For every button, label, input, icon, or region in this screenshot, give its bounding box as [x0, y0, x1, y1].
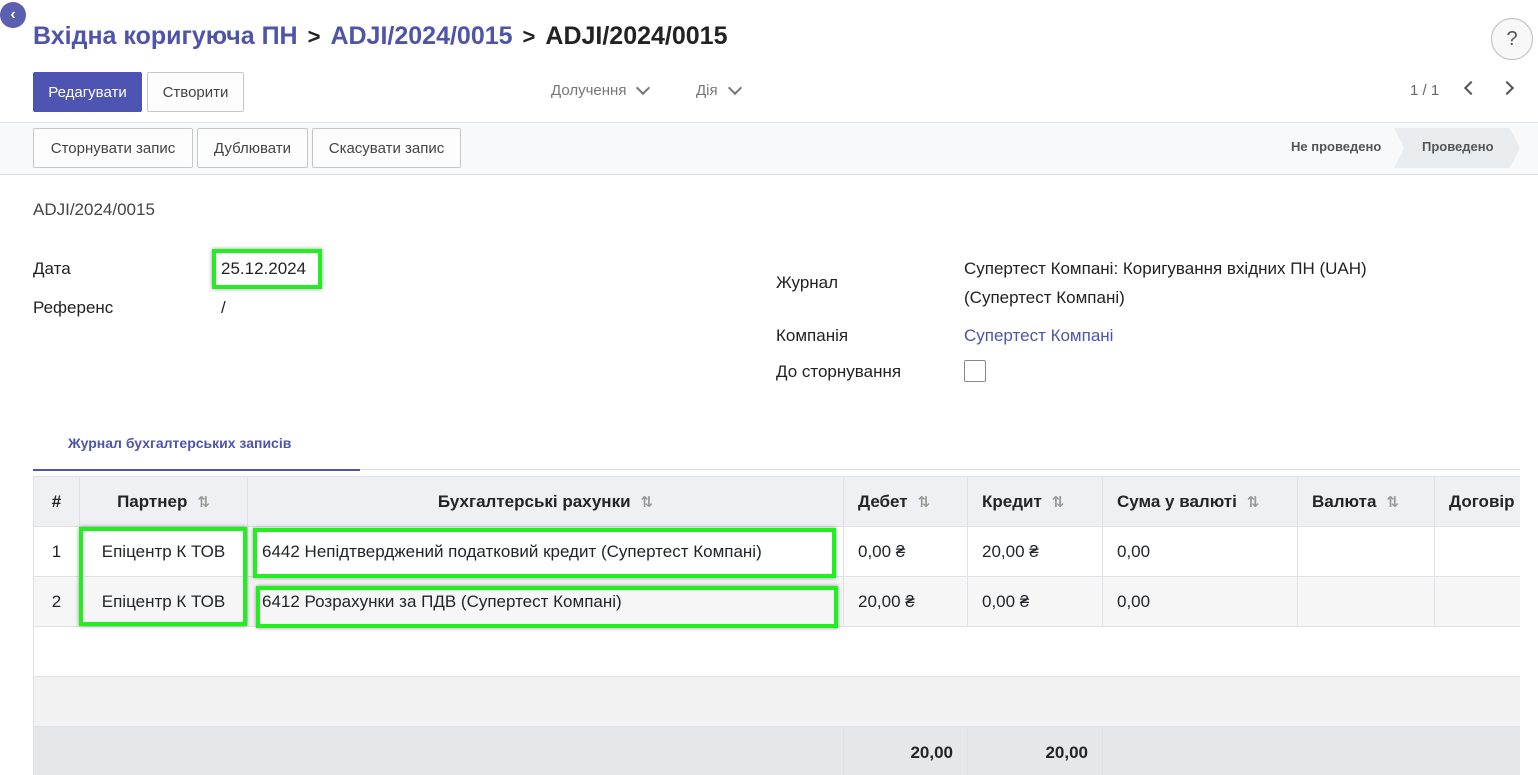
breadcrumb-link-document[interactable]: ADJI/2024/0015 — [330, 22, 512, 51]
reference-value: / — [221, 298, 226, 317]
cell-partner[interactable]: Епіцентр К ТОВ — [79, 526, 248, 577]
cancel-entry-button[interactable]: Скасувати запис — [312, 128, 461, 168]
company-link[interactable]: Супертест Компані — [964, 326, 1113, 346]
back-icon[interactable]: ‹ — [0, 2, 26, 28]
cell-number: 2 — [33, 576, 80, 627]
journal-items-table: # Партнер ⇅ Бухгалтерські рахунки ⇅ Дебет ⇅… — [33, 476, 1538, 775]
sort-icon: ⇅ — [197, 493, 210, 511]
total-credit: 20,00 — [967, 726, 1103, 775]
cell-currency[interactable] — [1297, 526, 1435, 577]
sort-icon: ⇅ — [1386, 493, 1399, 511]
cell-credit[interactable]: 20,00 ₴ — [967, 526, 1103, 577]
empty-cell — [33, 626, 1538, 677]
breadcrumb-separator-icon: > — [522, 23, 536, 49]
journal-label: Журнал — [776, 273, 839, 292]
breadcrumb-link-corrective-invoices[interactable]: Вхідна коригуюча ПН — [33, 22, 298, 51]
document-reference: ADJI/2024/0015 — [33, 200, 155, 219]
table-empty-row — [33, 626, 1538, 677]
stage-draft[interactable]: Не проведено — [1291, 139, 1381, 154]
cell-debit[interactable]: 20,00 ₴ — [843, 576, 968, 627]
table-row[interactable]: 2 Епіцентр К ТОВ 6412 Розрахунки за ПДВ … — [33, 576, 1538, 627]
column-header-label: Партнер — [117, 491, 188, 511]
sort-icon: ⇅ — [1246, 493, 1260, 511]
column-header-account[interactable]: Бухгалтерські рахунки ⇅ — [247, 476, 844, 527]
attachments-label: Долучення — [551, 82, 627, 99]
create-button[interactable]: Створити — [147, 72, 244, 112]
breadcrumb-current: ADJI/2024/0015 — [545, 22, 728, 50]
table-empty-row — [33, 676, 1538, 727]
action-dropdown[interactable]: Дія — [696, 80, 742, 99]
table-totals-row: 20,00 20,00 — [33, 726, 1538, 775]
column-header-credit[interactable]: Кредит ⇅ — [967, 476, 1103, 527]
totals-spacer — [1102, 726, 1538, 775]
attachments-dropdown[interactable]: Долучення — [551, 80, 651, 99]
cell-amount-currency[interactable]: 0,00 — [1102, 576, 1298, 627]
cell-debit[interactable]: 0,00 ₴ — [843, 526, 968, 577]
sort-icon: ⇅ — [1051, 493, 1065, 511]
sort-icon: ⇅ — [640, 493, 654, 511]
table-clip-mask — [1520, 476, 1538, 775]
column-header-label: Дебет — [858, 491, 908, 511]
stage-posted[interactable]: Проведено — [1422, 139, 1494, 154]
cell-account[interactable]: 6442 Непідтверджений податковий кредит (… — [247, 526, 844, 577]
duplicate-button[interactable]: Дублювати — [197, 128, 308, 168]
column-header-label: Сума у валюті — [1117, 491, 1237, 511]
column-header-partner[interactable]: Партнер ⇅ — [79, 476, 248, 527]
tab-journal-items[interactable]: Журнал бухгалтерських записів — [68, 435, 291, 451]
sort-icon: ⇅ — [917, 493, 931, 511]
chevron-right-icon[interactable] — [1499, 80, 1515, 96]
cell-partner[interactable]: Епіцентр К ТОВ — [79, 576, 248, 627]
to-reverse-label: До сторнування — [776, 362, 902, 381]
cell-currency[interactable] — [1297, 576, 1435, 627]
reference-label: Референс — [33, 298, 114, 317]
column-header-label: Бухгалтерські рахунки — [437, 491, 631, 511]
totals-spacer — [33, 726, 844, 775]
column-header-debit[interactable]: Дебет ⇅ — [843, 476, 968, 527]
cell-credit[interactable]: 0,00 ₴ — [967, 576, 1103, 627]
action-label: Дія — [696, 82, 718, 99]
chevron-down-icon — [636, 80, 651, 96]
total-debit: 20,00 — [843, 726, 968, 775]
date-label: Дата — [33, 259, 71, 278]
edit-button[interactable]: Редагувати — [33, 72, 142, 112]
tab-active-underline — [33, 469, 360, 471]
column-header-currency[interactable]: Валюта ⇅ — [1297, 476, 1435, 527]
chevron-down-icon — [727, 80, 742, 96]
cell-account[interactable]: 6412 Розрахунки за ПДВ (Супертест Компан… — [247, 576, 844, 627]
cell-number: 1 — [33, 526, 80, 577]
date-value: 25.12.2024 — [221, 259, 307, 278]
column-header-label: Кредит — [982, 491, 1042, 511]
column-header-label: Валюта — [1312, 491, 1377, 511]
reverse-entry-button[interactable]: Сторнувати запис — [33, 128, 193, 168]
breadcrumb: Вхідна коригуюча ПН > ADJI/2024/0015 > A… — [33, 22, 728, 51]
column-header-amount-currency[interactable]: Сума у валюті ⇅ — [1102, 476, 1298, 527]
to-reverse-checkbox[interactable] — [964, 360, 986, 382]
company-label: Компанія — [776, 326, 849, 345]
pager-counter[interactable]: 1 / 1 — [1410, 82, 1439, 99]
breadcrumb-separator-icon: > — [307, 23, 321, 49]
journal-value-line1: Супертест Компані: Коригування вхідних П… — [964, 259, 1367, 278]
help-button[interactable]: ? — [1491, 18, 1533, 60]
journal-value-line2: (Супертест Компані) — [964, 288, 1125, 307]
column-header-number: # — [33, 476, 80, 527]
table-header-row: # Партнер ⇅ Бухгалтерські рахунки ⇅ Дебет ⇅… — [33, 476, 1538, 527]
table-row[interactable]: 1 Епіцентр К ТОВ 6442 Непідтверджений по… — [33, 526, 1538, 577]
empty-cell — [33, 676, 1538, 727]
cell-amount-currency[interactable]: 0,00 — [1102, 526, 1298, 577]
chevron-left-icon[interactable] — [1463, 80, 1479, 96]
